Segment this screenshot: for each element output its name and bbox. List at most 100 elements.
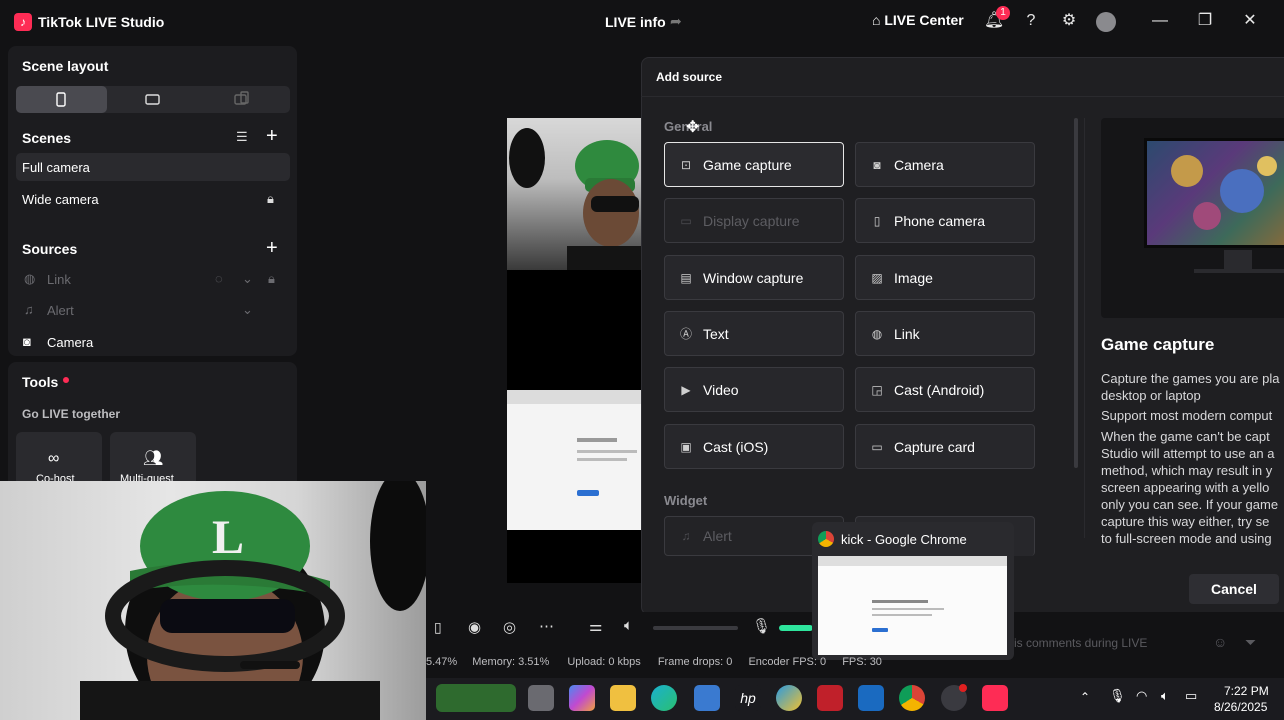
edge-icon[interactable] [651,685,677,711]
clock-time[interactable]: 7:22 PM [1224,684,1269,698]
chrome-icon [818,531,834,547]
phone-icon[interactable]: ▯ [434,619,442,636]
desc-line-1: Capture the games you are pla [1101,371,1280,386]
camera-button[interactable]: ◙ Camera [855,142,1035,187]
list-icon[interactable]: ☰ [236,129,248,145]
link-button[interactable]: ◍ Link [855,311,1035,356]
portrait-layout-button[interactable] [16,86,107,113]
mic-tray-icon[interactable]: 🎙︎ [1109,688,1126,704]
live-center-button[interactable]: ⌂ LIVE Center [872,12,964,28]
tools-new-dot [63,377,69,383]
emoji-icon[interactable]: ☺ [1213,634,1227,650]
clock-date[interactable]: 8/26/2025 [1214,700,1267,714]
desc-line-7: screen appearing with a yello [1101,480,1270,495]
share-icon[interactable]: ➦ [670,13,682,30]
window-icon: ▤ [680,270,692,285]
adjust-icon[interactable]: ⚌ [589,617,602,635]
live-info-button[interactable]: LIVE info [605,14,666,30]
more-icon[interactable]: ⋯ [539,617,554,635]
cast-icon: ◲ [871,382,883,397]
add-source-icon[interactable]: + [266,237,278,260]
store-icon[interactable] [694,685,720,711]
cast-ios-icon: ▣ [680,439,692,454]
lock-icon[interactable]: 🔒︎ [268,271,275,287]
game-capture-button[interactable]: ⊡ Game capture [664,142,844,187]
scene-item-wide-camera[interactable]: Wide camera [22,192,99,207]
source-item-link[interactable]: Link [47,272,71,287]
camera-icon: ◙ [873,157,881,172]
landscape-icon [145,94,160,105]
mic-level-bar[interactable] [779,625,813,631]
source-item-alert[interactable]: Alert [47,303,74,318]
desc-line-10: to full-screen mode and using [1101,531,1272,546]
landscape-layout-button[interactable] [107,86,198,113]
scene-item-full-camera[interactable]: Full camera [22,160,90,175]
image-icon: ▨ [871,270,883,285]
home-icon: ⌂ [872,12,885,28]
help-icon[interactable]: ? [1020,10,1042,32]
filter-icon[interactable]: ⏷ [1245,634,1256,651]
chrome-icon[interactable] [899,685,925,711]
monitor-stand [1224,250,1252,270]
file-explorer-icon[interactable] [610,685,636,711]
chevron-up-icon[interactable]: ⌃ [1080,690,1090,704]
video-button[interactable]: ▶ Video [664,367,844,412]
python-icon[interactable] [776,685,802,711]
close-icon[interactable]: ✕ [1239,10,1261,32]
widgets-button[interactable] [436,684,516,712]
speaker-volume-slider[interactable] [653,626,738,630]
preview-title: Game capture [1101,335,1215,354]
source-item-camera[interactable]: Camera [47,335,93,350]
image-button[interactable]: ▨ Image [855,255,1035,300]
wifi-icon[interactable]: ◠ [1136,688,1147,704]
comment-input[interactable]: is comments during LIVE [1014,636,1147,650]
lock-icon[interactable]: 🔒︎ [267,191,274,207]
desc-line-3: Support most modern comput [1101,408,1273,423]
mic-icon[interactable]: 🎙︎ [752,617,771,635]
minimize-icon[interactable]: — [1149,10,1171,32]
tiktok-logo-icon: ♪ [14,13,32,31]
dual-layout-button[interactable] [198,86,289,113]
cancel-button[interactable]: Cancel [1189,574,1279,604]
dialog-scrollbar[interactable] [1074,118,1078,468]
window-capture-button[interactable]: ▤ Window capture [664,255,844,300]
record-icon[interactable]: ◉ [468,618,481,636]
webpage-thumbnail [818,556,1007,632]
globe-icon: ◍ [871,326,883,341]
task-view-icon[interactable] [528,685,554,711]
mcafee-icon[interactable] [817,685,843,711]
battery-icon[interactable]: ▭ [1185,688,1197,704]
restore-icon[interactable]: ❐ [1194,10,1216,32]
game-screenshot-monitor [1144,138,1284,248]
cpu-stat: 5.47% [426,656,458,668]
desc-line-2: desktop or laptop [1101,388,1201,403]
gear-icon[interactable]: ⚙ [1058,10,1080,32]
tiktok-studio-icon[interactable] [982,685,1008,711]
outlook-icon[interactable] [858,685,884,711]
stats-bar: 5.47% Memory: 3.51% Upload: 0 kbps Frame… [426,656,882,668]
encoder-fps-stat: Encoder FPS: 0 [748,656,827,668]
visibility-icon[interactable]: ⌄ [242,302,253,318]
phone-camera-button[interactable]: ▯ Phone camera [855,198,1035,243]
capture-card-icon: ▭ [871,439,883,454]
avatar[interactable] [1096,12,1116,32]
volume-icon[interactable]: 🔈︎ [1161,688,1169,704]
text-button[interactable]: Ⓐ Text [664,311,844,356]
speaker-icon[interactable]: 🔈︎ [624,617,633,634]
display-capture-button[interactable]: ▭ Display capture [664,198,844,243]
cast-android-button[interactable]: ◲ Cast (Android) [855,367,1035,412]
refresh-icon[interactable]: ◌ [215,271,223,286]
sources-title: Sources [22,241,78,257]
capture-card-button[interactable]: ▭ Capture card [855,424,1035,469]
game-art-image [1171,155,1277,230]
visibility-icon[interactable]: ⌄ [242,271,253,287]
replay-icon[interactable]: ◎ [503,618,516,636]
hp-icon[interactable]: hp [735,685,761,711]
camera-icon: ◙ [23,334,31,349]
camera-feed-preview [507,118,647,276]
copilot-icon[interactable] [569,685,595,711]
add-scene-icon[interactable]: + [266,125,278,148]
move-cursor-icon: ✥ [686,119,700,136]
dialog-header [641,57,1284,97]
cast-ios-button[interactable]: ▣ Cast (iOS) [664,424,844,469]
